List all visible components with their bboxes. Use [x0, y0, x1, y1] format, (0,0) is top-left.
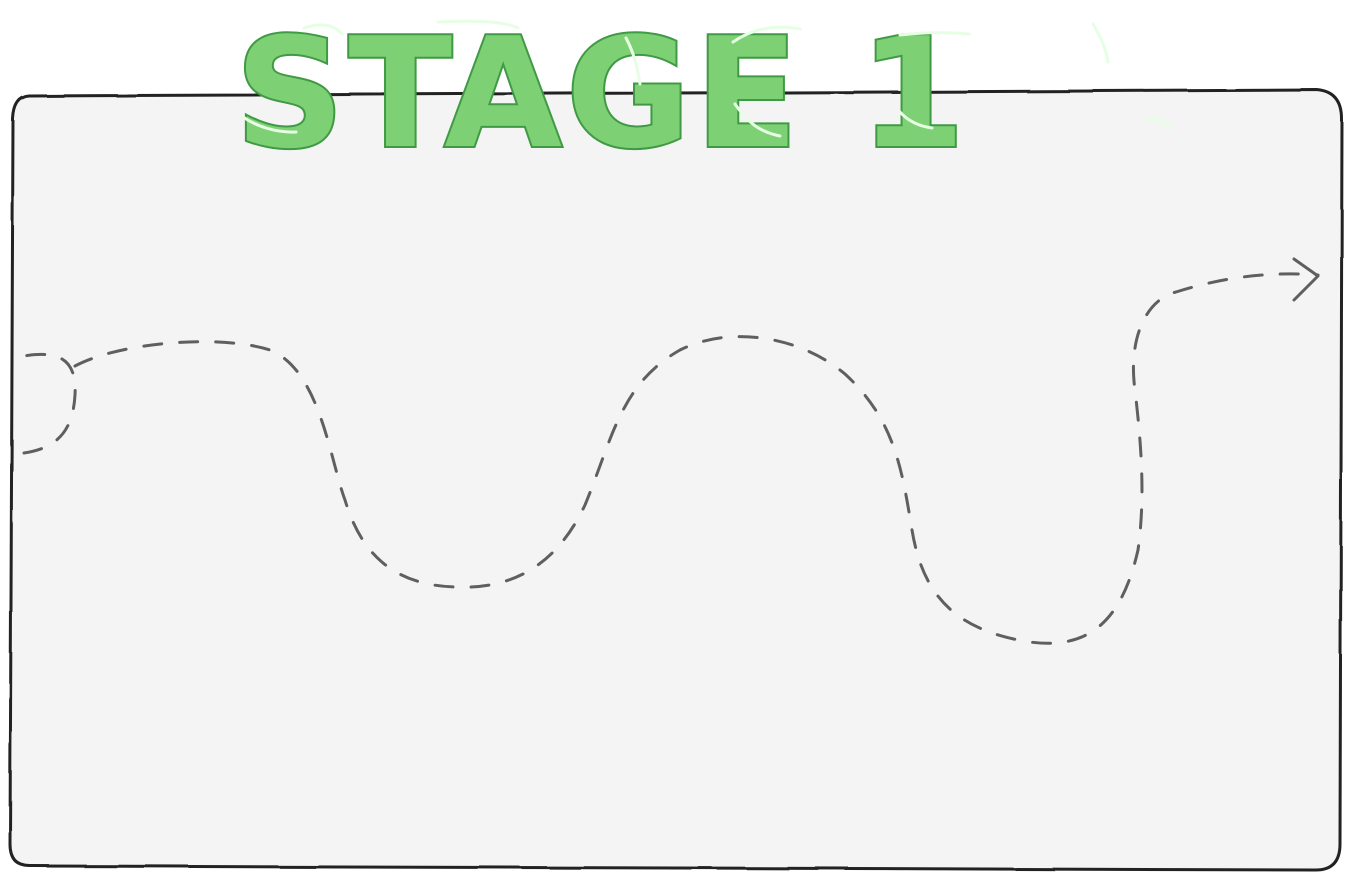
stage-title: STAGE 1	[235, 5, 969, 182]
stage-canvas: STAGE 1	[8, 3, 1344, 872]
game-stage: STAGE 1	[0, 0, 1348, 875]
